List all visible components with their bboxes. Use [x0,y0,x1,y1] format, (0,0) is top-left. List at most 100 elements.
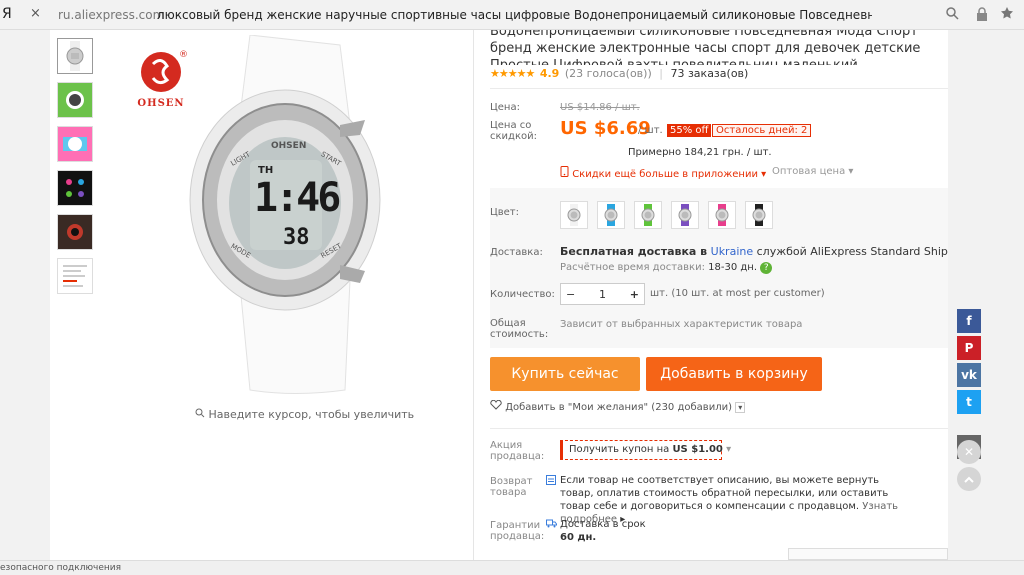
add-to-cart-button[interactable]: Добавить в корзину [646,357,822,391]
chevron-down-icon: ▾ [761,169,767,180]
product-title: Водонепроницаемый силиконовые Повседневн… [490,30,921,65]
color-label: Цвет: [490,207,520,218]
scroll-top-button[interactable] [957,467,981,491]
truck-icon [546,519,557,532]
heart-icon [490,399,505,413]
close-icon[interactable]: × [30,6,41,21]
guarantee-text: Доставка в срок [560,519,646,530]
color-swatch-2[interactable] [597,201,625,229]
chevron-down-icon: ▾ [726,444,732,455]
buy-now-button[interactable]: Купить сейчас [490,357,640,391]
status-text: езопасного подключения [0,563,122,573]
social-button-1[interactable]: f [957,309,981,333]
return-label: Возврат товара [490,476,533,498]
social-button-4[interactable]: t [957,390,981,414]
app-discount-text[interactable]: Скидки ещё больше в приложении [572,169,758,180]
coupon-button[interactable]: Получить купон на US $1.00 ▾ [560,440,731,460]
discount-price-label: Цена со скидкой: [490,120,537,142]
watch-seconds: 38 [283,225,310,250]
browser-address-bar: Я × ru.aliexpress.com люксовый бренд жен… [0,0,1024,30]
url-title[interactable]: люксовый бренд женские наручные спортивн… [157,8,872,22]
quantity-input[interactable]: 1 [599,288,606,301]
watch-bezel-brand: OHSEN [271,141,307,151]
search-icon[interactable] [945,6,959,24]
delivery-time-label: Расчётное время доставки: [560,262,705,273]
delivery-country[interactable]: Ukraine [711,245,753,258]
approx-price: Примерно 184,21 грн. / шт. [628,147,772,158]
url-domain[interactable]: ru.aliexpress.com [58,8,164,22]
days-left-badge: Осталось дней: 2 [712,124,812,137]
return-text: Если товар не соответствует описанию, вы… [560,475,889,512]
mini-panel[interactable] [788,548,948,560]
quantity-minus-button[interactable]: − [566,288,575,301]
color-swatch-5[interactable] [708,201,736,229]
guarantee-label: Гарантии продавца: [490,520,545,542]
rating-separator: | [659,67,663,80]
coupon-text: Получить купон на [569,444,670,455]
wholesale-link[interactable]: Оптовая цена ▾ [772,166,853,177]
chevron-down-icon: ▾ [848,166,854,177]
star-icon[interactable] [1000,6,1014,24]
orders-count[interactable]: 73 заказа(ов) [670,67,748,80]
zoom-hint: Наведите курсор, чтобы увеличить [195,408,414,421]
lock-icon[interactable] [975,6,989,26]
guarantee-days: 60 дн. [560,532,597,543]
coupon-amount: US $1.00 [672,444,723,455]
rating-votes[interactable]: (23 голоса(ов)) [565,67,652,80]
delivery-info: Бесплатная доставка в Ukraine службой Al… [560,245,948,258]
thumbnail-5[interactable] [57,214,93,250]
thumbnail-6[interactable] [57,258,93,294]
total-value: Зависит от выбранных характеристик товар… [560,319,803,330]
rating-row: ★★★★★ 4.9 (23 голоса(ов)) | 73 заказа(ов… [490,67,748,80]
social-button-2[interactable]: P [957,336,981,360]
color-swatch-1[interactable] [560,201,588,229]
quantity-plus-button[interactable]: + [630,288,639,301]
seller-promo-label: Акция продавца: [490,440,545,462]
zoom-hint-text: Наведите курсор, чтобы увеличить [208,408,415,421]
social-button-3[interactable]: vk [957,363,981,387]
page-background: ® OHSEN OHSEN LIGHT START MODE RESET TH … [0,30,1024,560]
wholesale-text[interactable]: Оптовая цена [772,166,845,177]
delivery-free-text: Бесплатная доставка в [560,245,708,258]
rating-score: 4.9 [539,67,560,80]
thumbnail-4[interactable] [57,170,93,206]
delivery-time-row: Расчётное время доставки: 18-30 дн. ? [560,262,773,274]
price-label: Цена: [490,102,520,113]
old-price: US $14.86 / шт. [560,102,640,113]
quantity-label: Количество: [490,289,555,300]
total-label: Общая стоимость: [490,318,549,340]
wishlist-text[interactable]: Добавить в "Мои желания" (230 добавили) [505,402,732,413]
guarantee-info: Доставка в срок 60 дн. [546,518,646,544]
quantity-note: шт. (10 шт. at most per customer) [650,288,825,299]
app-discount-link[interactable]: Скидки ещё больше в приложении ▾ [560,166,766,180]
thumbnail-1[interactable] [57,38,93,74]
help-icon[interactable]: ? [760,262,773,274]
color-swatch-3[interactable] [634,201,662,229]
color-swatch-6[interactable] [745,201,773,229]
thumbnail-3[interactable] [57,126,93,162]
wishlist-link[interactable]: Добавить в "Мои желания" (230 добавили) … [490,399,746,413]
price-block: Цена: US $14.86 / шт. Цена со скидкой: U… [490,85,948,185]
delivery-label: Доставка: [490,247,543,258]
quantity-stepper: − 1 + [560,283,645,305]
watch-time: 1:46 [254,175,341,221]
thumbnail-2[interactable] [57,82,93,118]
color-swatch-4[interactable] [671,201,699,229]
delivery-via: службой AliExpress Standard Shipping [756,245,948,258]
main-product-image[interactable]: OHSEN LIGHT START MODE RESET TH 1:46 38 [180,35,390,395]
column-divider [473,30,474,560]
brand-logo-mark [141,52,181,92]
status-bar: езопасного подключения [0,560,1024,575]
product-info: Водонепроницаемый силиконовые Повседневн… [490,30,948,560]
return-icon [546,475,556,489]
product-card: ® OHSEN OHSEN LIGHT START MODE RESET TH … [50,30,948,560]
rating-stars[interactable]: ★★★★★ [490,67,535,80]
app-phone-icon [560,166,572,180]
browser-logo[interactable]: Я [2,6,12,22]
close-circle-button[interactable]: ✕ [957,440,981,464]
delivery-time-value: 18-30 дн. [708,262,758,273]
price-unit: / шт. [638,125,663,136]
wishlist-dropdown-icon[interactable]: ▾ [735,402,746,413]
divider-line [490,428,948,429]
magnifier-icon [195,408,209,421]
